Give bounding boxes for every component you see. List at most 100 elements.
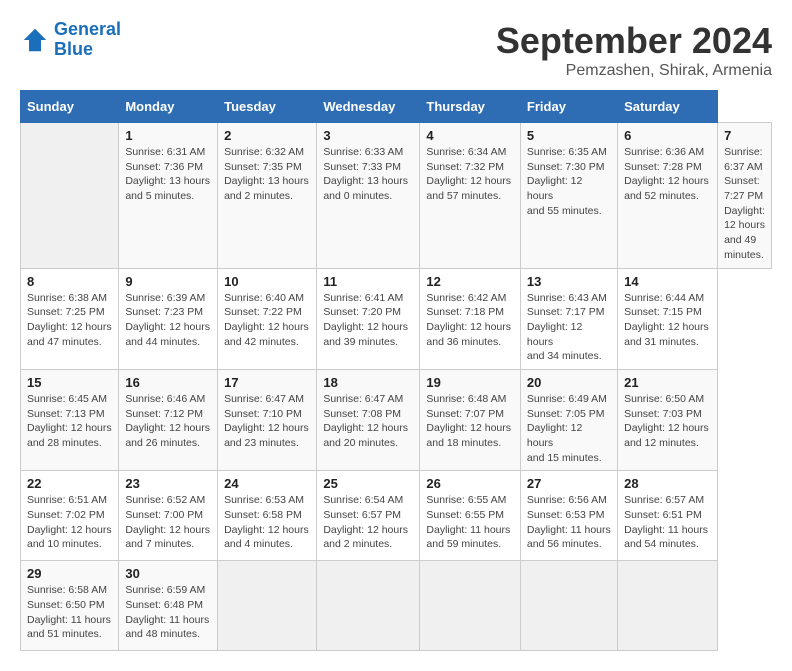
day-info: Sunrise: 6:56 AM Sunset: 6:53 PM Dayligh… bbox=[527, 493, 611, 552]
day-number: 27 bbox=[527, 476, 611, 491]
empty-cell bbox=[520, 561, 617, 651]
day-number: 9 bbox=[125, 274, 211, 289]
empty-cell bbox=[21, 123, 119, 269]
calendar-day-cell: 4 Sunrise: 6:34 AM Sunset: 7:32 PM Daylig… bbox=[420, 123, 521, 269]
calendar-day-cell: 7 Sunrise: 6:37 AM Sunset: 7:27 PM Daylig… bbox=[718, 123, 772, 269]
day-info: Sunrise: 6:50 AM Sunset: 7:03 PM Dayligh… bbox=[624, 392, 711, 451]
calendar-day-cell: 15Sunrise: 6:45 AM Sunset: 7:13 PM Dayli… bbox=[21, 369, 119, 470]
page-header: General Blue September 2024 Pemzashen, S… bbox=[20, 20, 772, 80]
calendar-day-cell: 5 Sunrise: 6:35 AM Sunset: 7:30 PM Daylig… bbox=[520, 123, 617, 269]
calendar-week-row: 15Sunrise: 6:45 AM Sunset: 7:13 PM Dayli… bbox=[21, 369, 772, 470]
logo-line2: Blue bbox=[54, 39, 93, 59]
day-info: Sunrise: 6:43 AM Sunset: 7:17 PM Dayligh… bbox=[527, 291, 611, 364]
day-number: 21 bbox=[624, 375, 711, 390]
logo-icon bbox=[20, 25, 50, 55]
calendar-day-cell: 11 Sunrise: 6:41 AM Sunset: 7:20 PM Dayli… bbox=[317, 268, 420, 369]
day-number: 23 bbox=[125, 476, 211, 491]
day-number: 28 bbox=[624, 476, 711, 491]
day-number: 1 bbox=[125, 128, 211, 143]
calendar-day-cell: 19 Sunrise: 6:48 AM Sunset: 7:07 PM Dayli… bbox=[420, 369, 521, 470]
calendar-day-cell: 22 Sunrise: 6:51 AM Sunset: 7:02 PM Dayli… bbox=[21, 471, 119, 561]
calendar-day-cell: 6Sunrise: 6:36 AM Sunset: 7:28 PM Daylig… bbox=[618, 123, 718, 269]
day-info: Sunrise: 6:34 AM Sunset: 7:32 PM Dayligh… bbox=[426, 145, 514, 204]
calendar-day-cell: 14 Sunrise: 6:44 AM Sunset: 7:15 PM Dayli… bbox=[618, 268, 718, 369]
logo-line1: General bbox=[54, 19, 121, 39]
calendar-day-cell: 30Sunrise: 6:59 AM Sunset: 6:48 PM Dayli… bbox=[119, 561, 218, 651]
calendar-day-cell: 17 Sunrise: 6:47 AM Sunset: 7:10 PM Dayli… bbox=[218, 369, 317, 470]
calendar-day-cell: 2Sunrise: 6:32 AM Sunset: 7:35 PM Daylig… bbox=[218, 123, 317, 269]
calendar-day-cell: 23 Sunrise: 6:52 AM Sunset: 7:00 PM Dayli… bbox=[119, 471, 218, 561]
day-number: 26 bbox=[426, 476, 514, 491]
day-info: Sunrise: 6:49 AM Sunset: 7:05 PM Dayligh… bbox=[527, 392, 611, 465]
day-info: Sunrise: 6:44 AM Sunset: 7:15 PM Dayligh… bbox=[624, 291, 711, 350]
day-number: 16 bbox=[125, 375, 211, 390]
day-info: Sunrise: 6:58 AM Sunset: 6:50 PM Dayligh… bbox=[27, 583, 112, 642]
calendar-day-cell: 13 Sunrise: 6:43 AM Sunset: 7:17 PM Dayli… bbox=[520, 268, 617, 369]
day-info: Sunrise: 6:31 AM Sunset: 7:36 PM Dayligh… bbox=[125, 145, 211, 204]
day-info: Sunrise: 6:59 AM Sunset: 6:48 PM Dayligh… bbox=[125, 583, 211, 642]
day-number: 22 bbox=[27, 476, 112, 491]
day-number: 5 bbox=[527, 128, 611, 143]
calendar-day-cell: 21 Sunrise: 6:50 AM Sunset: 7:03 PM Dayli… bbox=[618, 369, 718, 470]
day-info: Sunrise: 6:41 AM Sunset: 7:20 PM Dayligh… bbox=[323, 291, 413, 350]
day-number: 6 bbox=[624, 128, 711, 143]
calendar-day-cell: 25 Sunrise: 6:54 AM Sunset: 6:57 PM Dayli… bbox=[317, 471, 420, 561]
day-number: 14 bbox=[624, 274, 711, 289]
day-info: Sunrise: 6:40 AM Sunset: 7:22 PM Dayligh… bbox=[224, 291, 310, 350]
day-number: 20 bbox=[527, 375, 611, 390]
day-info: Sunrise: 6:53 AM Sunset: 6:58 PM Dayligh… bbox=[224, 493, 310, 552]
day-number: 25 bbox=[323, 476, 413, 491]
day-number: 15 bbox=[27, 375, 112, 390]
day-number: 19 bbox=[426, 375, 514, 390]
day-info: Sunrise: 6:47 AM Sunset: 7:10 PM Dayligh… bbox=[224, 392, 310, 451]
day-info: Sunrise: 6:37 AM Sunset: 7:27 PM Dayligh… bbox=[724, 145, 765, 263]
calendar-day-cell: 24Sunrise: 6:53 AM Sunset: 6:58 PM Dayli… bbox=[218, 471, 317, 561]
month-title: September 2024 bbox=[496, 20, 772, 62]
day-info: Sunrise: 6:51 AM Sunset: 7:02 PM Dayligh… bbox=[27, 493, 112, 552]
calendar-week-row: 8 Sunrise: 6:38 AM Sunset: 7:25 PM Daylig… bbox=[21, 268, 772, 369]
day-info: Sunrise: 6:35 AM Sunset: 7:30 PM Dayligh… bbox=[527, 145, 611, 218]
calendar-day-cell: 16 Sunrise: 6:46 AM Sunset: 7:12 PM Dayli… bbox=[119, 369, 218, 470]
calendar-day-cell: 20 Sunrise: 6:49 AM Sunset: 7:05 PM Dayli… bbox=[520, 369, 617, 470]
weekday-header-sunday: Sunday bbox=[21, 91, 119, 123]
day-info: Sunrise: 6:32 AM Sunset: 7:35 PM Dayligh… bbox=[224, 145, 310, 204]
day-info: Sunrise: 6:57 AM Sunset: 6:51 PM Dayligh… bbox=[624, 493, 711, 552]
day-number: 17 bbox=[224, 375, 310, 390]
day-info: Sunrise: 6:47 AM Sunset: 7:08 PM Dayligh… bbox=[323, 392, 413, 451]
weekday-header-saturday: Saturday bbox=[618, 91, 718, 123]
calendar-week-row: 1 Sunrise: 6:31 AM Sunset: 7:36 PM Daylig… bbox=[21, 123, 772, 269]
weekday-header-thursday: Thursday bbox=[420, 91, 521, 123]
day-info: Sunrise: 6:48 AM Sunset: 7:07 PM Dayligh… bbox=[426, 392, 514, 451]
day-info: Sunrise: 6:42 AM Sunset: 7:18 PM Dayligh… bbox=[426, 291, 514, 350]
day-number: 18 bbox=[323, 375, 413, 390]
empty-cell bbox=[618, 561, 718, 651]
calendar-header: SundayMondayTuesdayWednesdayThursdayFrid… bbox=[21, 91, 772, 123]
day-number: 3 bbox=[323, 128, 413, 143]
day-info: Sunrise: 6:38 AM Sunset: 7:25 PM Dayligh… bbox=[27, 291, 112, 350]
day-number: 7 bbox=[724, 128, 765, 143]
day-number: 13 bbox=[527, 274, 611, 289]
title-section: September 2024 Pemzashen, Shirak, Armeni… bbox=[496, 20, 772, 80]
calendar-day-cell: 9 Sunrise: 6:39 AM Sunset: 7:23 PM Daylig… bbox=[119, 268, 218, 369]
day-info: Sunrise: 6:52 AM Sunset: 7:00 PM Dayligh… bbox=[125, 493, 211, 552]
calendar-table: SundayMondayTuesdayWednesdayThursdayFrid… bbox=[20, 90, 772, 651]
empty-cell bbox=[420, 561, 521, 651]
logo-text: General Blue bbox=[54, 20, 121, 60]
weekday-header-friday: Friday bbox=[520, 91, 617, 123]
calendar-day-cell: 26 Sunrise: 6:55 AM Sunset: 6:55 PM Dayli… bbox=[420, 471, 521, 561]
day-info: Sunrise: 6:46 AM Sunset: 7:12 PM Dayligh… bbox=[125, 392, 211, 451]
calendar-week-row: 29Sunrise: 6:58 AM Sunset: 6:50 PM Dayli… bbox=[21, 561, 772, 651]
day-number: 4 bbox=[426, 128, 514, 143]
weekday-row: SundayMondayTuesdayWednesdayThursdayFrid… bbox=[21, 91, 772, 123]
day-info: Sunrise: 6:54 AM Sunset: 6:57 PM Dayligh… bbox=[323, 493, 413, 552]
empty-cell bbox=[317, 561, 420, 651]
day-number: 8 bbox=[27, 274, 112, 289]
calendar-day-cell: 29Sunrise: 6:58 AM Sunset: 6:50 PM Dayli… bbox=[21, 561, 119, 651]
logo: General Blue bbox=[20, 20, 121, 60]
day-info: Sunrise: 6:39 AM Sunset: 7:23 PM Dayligh… bbox=[125, 291, 211, 350]
calendar-week-row: 22 Sunrise: 6:51 AM Sunset: 7:02 PM Dayli… bbox=[21, 471, 772, 561]
day-number: 11 bbox=[323, 274, 413, 289]
calendar-day-cell: 18 Sunrise: 6:47 AM Sunset: 7:08 PM Dayli… bbox=[317, 369, 420, 470]
calendar-day-cell: 28 Sunrise: 6:57 AM Sunset: 6:51 PM Dayli… bbox=[618, 471, 718, 561]
day-info: Sunrise: 6:55 AM Sunset: 6:55 PM Dayligh… bbox=[426, 493, 514, 552]
